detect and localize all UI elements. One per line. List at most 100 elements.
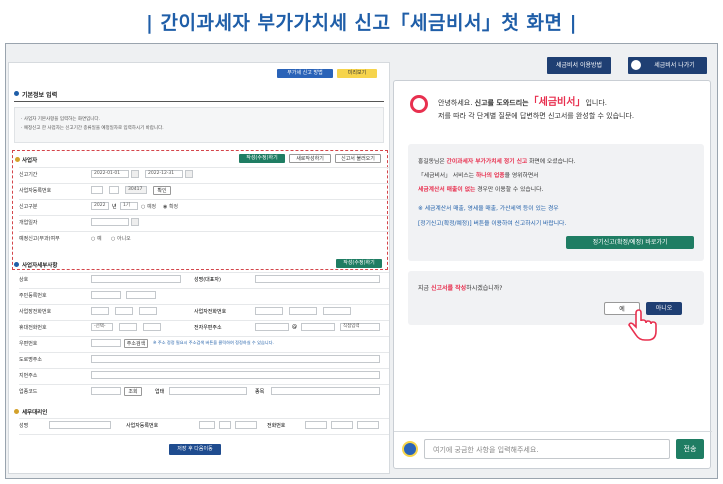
period-to-input[interactable]: 2022-12-31 bbox=[145, 170, 183, 178]
planned-label: 예정신고(부과)여부 bbox=[19, 236, 60, 242]
biz-bullet-icon bbox=[15, 157, 20, 162]
agent-tel-label: 전화번호 bbox=[267, 423, 286, 429]
rrn-input-2[interactable] bbox=[126, 291, 156, 299]
period-from-input[interactable]: 2022-01-01 bbox=[91, 170, 129, 178]
email-domain-input[interactable] bbox=[301, 323, 335, 331]
calendar-icon[interactable] bbox=[131, 218, 139, 226]
exit-label: 세금비서 나가기 bbox=[654, 62, 695, 69]
calendar-icon[interactable] bbox=[131, 170, 139, 178]
regular-filing-button[interactable]: 정기신고(확정/예정) 바로가기 bbox=[566, 236, 694, 249]
email-label: 전자우편주소 bbox=[194, 325, 222, 331]
save-next-button[interactable]: 저장 후 다음이동 bbox=[169, 444, 221, 455]
agent-name-input[interactable] bbox=[49, 421, 111, 429]
biztel2-input-3[interactable] bbox=[323, 307, 351, 315]
opendate-input[interactable] bbox=[91, 218, 129, 226]
robot-icon bbox=[631, 60, 641, 70]
biztel-input-2[interactable] bbox=[115, 307, 133, 315]
detail-title: 사업자세부사항 bbox=[22, 263, 58, 269]
bizno-input-1[interactable] bbox=[91, 186, 103, 194]
biztel-input-3[interactable] bbox=[139, 307, 157, 315]
message-line-4: ※ 세금계산서 매출, 영세율 매출, 가산세액 등이 있는 경우 bbox=[418, 206, 559, 212]
biztel2-label: 사업자전화번호 bbox=[194, 309, 227, 315]
radio-no[interactable]: ○ 아니오 bbox=[111, 235, 131, 242]
year-select[interactable]: 2022 bbox=[91, 202, 109, 210]
lot-input[interactable] bbox=[91, 371, 380, 379]
check-button[interactable]: 확인 bbox=[153, 186, 171, 195]
chat-placeholder: 여기에 궁금한 사항을 입력해주세요. bbox=[433, 446, 539, 454]
ceo-input[interactable] bbox=[255, 275, 380, 283]
agent-bizno-2[interactable] bbox=[219, 421, 231, 429]
trade-input[interactable] bbox=[91, 275, 181, 283]
agent-bizno-label: 사업자등록번호 bbox=[126, 423, 159, 429]
bizno-label: 사업자등록번호 bbox=[19, 188, 52, 194]
radio-planned[interactable]: ○ 예정 bbox=[141, 203, 156, 210]
type-label: 신고구분 bbox=[19, 204, 38, 210]
page-title: | 간이과세자 부가가치세 신고「세금비서」첫 화면 | bbox=[145, 12, 578, 34]
new-button[interactable]: 새로작성하기 bbox=[289, 154, 331, 163]
greeting-line-1: 안녕하세요. 신고를 도와드리는「세금비서」입니다. bbox=[438, 97, 607, 108]
address-search-button[interactable]: 주소검색 bbox=[124, 339, 148, 348]
agent-tel-3[interactable] bbox=[357, 421, 379, 429]
industry-input[interactable] bbox=[91, 387, 121, 395]
exit-button[interactable]: 세금비서 나가기 bbox=[628, 57, 707, 74]
item-input[interactable] bbox=[271, 387, 380, 395]
find-button[interactable]: 조회 bbox=[124, 387, 142, 396]
help-button[interactable]: 세금비서 이용방법 bbox=[547, 57, 611, 74]
question-text: 지금 신고서를 작성하시겠습니까? bbox=[418, 285, 503, 292]
agent-name-label: 성명 bbox=[19, 423, 29, 429]
bizno-input-2[interactable] bbox=[109, 186, 119, 194]
form-panel: 부가세 신고 방법 미리보기 기본정보 입력 · 사업자 기본사항을 입력하는 … bbox=[8, 62, 390, 474]
message-line-3: 세금계산서 매출이 없는 경우만 이용할 수 있습니다. bbox=[418, 187, 544, 193]
robot-icon bbox=[402, 441, 418, 457]
load-button[interactable]: 신고서 불러오기 bbox=[335, 154, 381, 163]
period-label: 신고기간 bbox=[19, 172, 38, 178]
lot-label: 지번주소 bbox=[19, 373, 38, 379]
notice-line: · 예정신고 한 사업자는 신고기간 종류일을 예정일자로 입력하시기 바랍니다… bbox=[21, 126, 164, 131]
biztel-label: 사업장전화번호 bbox=[19, 309, 52, 315]
section-basic-title: 기본정보 입력 bbox=[22, 92, 58, 99]
item-label: 종목 bbox=[255, 389, 265, 395]
send-button[interactable]: 전송 bbox=[676, 439, 704, 459]
bizno-input-3[interactable]: 30417 bbox=[125, 186, 147, 194]
chat-input[interactable]: 여기에 궁금한 사항을 입력해주세요. bbox=[424, 439, 670, 459]
message-line-5: [정기신고(확정/예정)] 버튼을 이용하여 신고하시기 바랍니다. bbox=[418, 221, 567, 227]
address-note: ※ 주소 정정 필요시 주소검색 버튼을 클릭하여 정정하실 수 있습니다. bbox=[153, 340, 274, 345]
biztype-label: 업태 bbox=[155, 389, 165, 395]
agent-title: 세무대리인 bbox=[22, 410, 48, 416]
road-input[interactable] bbox=[91, 355, 380, 363]
rrn-input-1[interactable] bbox=[91, 291, 121, 299]
rrn-label: 주민등록번호 bbox=[19, 293, 47, 299]
robot-icon bbox=[410, 95, 428, 113]
agent-tel-2[interactable] bbox=[331, 421, 353, 429]
section-bullet-icon bbox=[14, 91, 19, 96]
zip-input[interactable] bbox=[91, 339, 121, 347]
mobile-input-2[interactable] bbox=[119, 323, 137, 331]
opendate-label: 개업일자 bbox=[19, 220, 38, 226]
preview-button[interactable]: 미리보기 bbox=[337, 69, 377, 78]
agent-tel-1[interactable] bbox=[305, 421, 327, 429]
write-button-2[interactable]: 작성(수정)하기 bbox=[336, 259, 382, 268]
biztel2-input-1[interactable] bbox=[255, 307, 283, 315]
agent-bullet-icon bbox=[14, 409, 19, 414]
radio-final[interactable]: ◉ 확정 bbox=[163, 203, 178, 210]
half-select[interactable]: 1기 bbox=[120, 202, 138, 210]
biztel2-input-2[interactable] bbox=[289, 307, 317, 315]
email-domain-select[interactable]: 직접입력 bbox=[340, 323, 380, 331]
notice-line: · 사업자 기본사항을 입력하는 화면입니다. bbox=[21, 117, 100, 122]
industry-label: 업종코드 bbox=[19, 389, 38, 395]
ceo-label: 성명(대표자) bbox=[194, 277, 221, 283]
agent-bizno-1[interactable] bbox=[199, 421, 215, 429]
email-at: @ bbox=[292, 324, 297, 330]
write-button[interactable]: 작성(수정)하기 bbox=[239, 154, 285, 163]
guide-button[interactable]: 부가세 신고 방법 bbox=[277, 69, 333, 78]
agent-bizno-3[interactable] bbox=[235, 421, 257, 429]
calendar-icon[interactable] bbox=[185, 170, 193, 178]
mobile-select[interactable]: -선택- bbox=[91, 323, 113, 331]
email-id-input[interactable] bbox=[255, 323, 289, 331]
road-label: 도로명주소 bbox=[19, 357, 43, 363]
detail-bullet-icon bbox=[14, 262, 19, 267]
mobile-input-3[interactable] bbox=[143, 323, 161, 331]
biztype-input[interactable] bbox=[169, 387, 247, 395]
radio-yes[interactable]: ○ 예 bbox=[91, 235, 102, 242]
biztel-input-1[interactable] bbox=[91, 307, 109, 315]
